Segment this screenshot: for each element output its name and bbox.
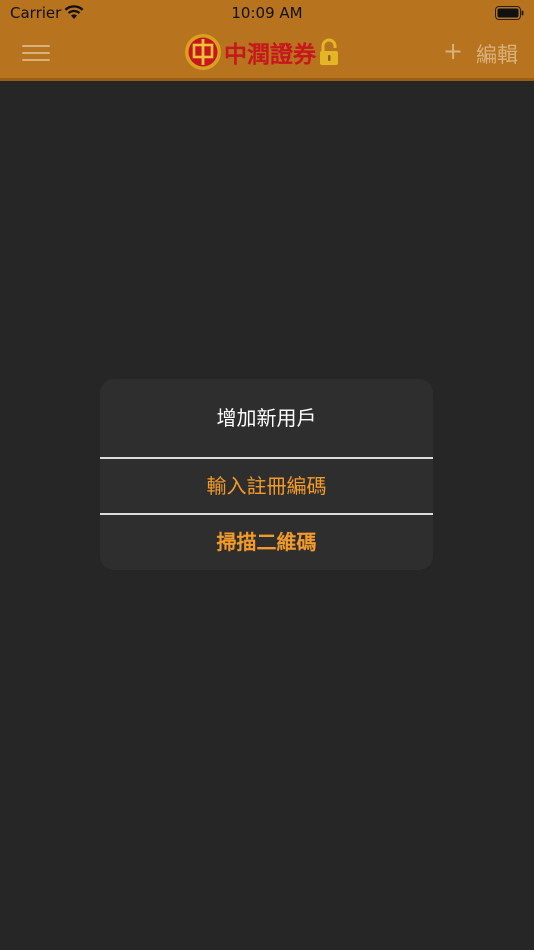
edit-button[interactable]: 編輯 [476,39,518,69]
navigation-bar: 中潤證券 + 編輯 [0,28,534,78]
zhongrun-logo-icon [185,34,221,70]
battery-icon [495,6,524,20]
status-time: 10:09 AM [231,4,303,22]
add-user-dialog: 增加新用戶 輸入註冊編碼 掃描二維碼 [100,379,433,570]
add-button[interactable]: + [443,38,463,64]
dialog-title: 增加新用戶 [216,406,317,430]
status-bar: Carrier 10:09 AM [0,0,534,28]
header: Carrier 10:09 AM 中潤證券 + 編輯 [0,0,534,81]
scan-qr-code-option[interactable]: 掃描二維碼 [100,515,433,570]
lock-icon [320,38,338,65]
brand-name: 中潤證券 [224,42,316,68]
enter-registration-code-option[interactable]: 輸入註冊編碼 [100,459,433,513]
brand: 中潤證券 [184,32,340,72]
menu-button[interactable] [22,42,50,64]
hamburger-menu-icon [22,45,50,47]
